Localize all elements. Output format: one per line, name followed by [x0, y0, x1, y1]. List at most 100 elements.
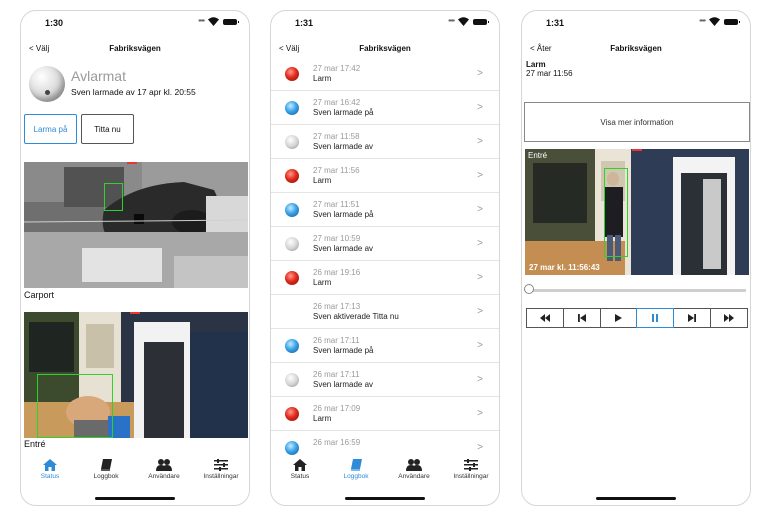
event-date: 27 mar 11:56: [313, 166, 360, 175]
disarmed-event-icon: [285, 373, 299, 387]
event-text: Sven larmade av: [313, 380, 374, 389]
event-date: 27 mar 11:51: [313, 200, 360, 209]
tab-log[interactable]: Loggbok: [78, 459, 134, 480]
clock: 1:30: [45, 18, 64, 28]
tab-status[interactable]: Status: [272, 459, 328, 480]
event-date: 27 mar 16:42: [313, 98, 361, 107]
motion-detection-box: [604, 168, 628, 257]
event-text: Larm: [313, 278, 332, 287]
chevron-right-icon: >: [477, 442, 483, 453]
fast-rewind-icon: [539, 314, 550, 322]
chevron-right-icon: >: [477, 136, 483, 147]
event-row[interactable]: 26 mar 17:11 Sven larmade på >: [271, 329, 499, 363]
wifi-icon: [208, 17, 219, 26]
wifi-icon: [458, 17, 469, 26]
pause-icon: [652, 314, 659, 322]
status-bar: 1:31 ••••: [522, 17, 750, 32]
event-row[interactable]: 27 mar 11:58 Sven larmade av >: [271, 125, 499, 159]
tab-label: Status: [40, 473, 60, 480]
sliders-icon: [464, 459, 478, 471]
alarm-status-subtitle: Sven larmade av 17 apr kl. 20:55: [71, 87, 196, 97]
home-icon: [43, 459, 57, 471]
home-indicator: [596, 497, 676, 500]
tab-log[interactable]: Loggbok: [328, 459, 384, 480]
battery-icon: [473, 18, 489, 25]
skip-forward-button[interactable]: [673, 308, 712, 328]
play-button[interactable]: [599, 308, 638, 328]
status-screen: 1:30 •••• < Välj Fabriksvägen Avlarmat S…: [20, 10, 250, 506]
event-row[interactable]: 27 mar 17:42 Larm >: [271, 57, 499, 91]
tab-label: Loggbok: [343, 473, 369, 480]
skip-back-button[interactable]: [562, 308, 601, 328]
event-date: 26 mar 19:16: [313, 268, 361, 277]
alarm-event-icon: [285, 271, 299, 285]
camera-feed-entre[interactable]: [24, 312, 248, 438]
tab-label: Inställningar: [453, 473, 489, 480]
video-camera-label: Entré: [528, 151, 548, 160]
event-row[interactable]: 26 mar 17:11 Sven larmade av >: [271, 363, 499, 397]
tab-settings[interactable]: Inställningar: [193, 459, 249, 480]
event-date: 27 mar 10:59: [313, 234, 361, 243]
event-video[interactable]: Entré 27 mar kl. 11:56:43: [525, 149, 749, 275]
skip-back-icon: [577, 314, 586, 322]
home-indicator: [95, 497, 175, 500]
tab-label: Användare: [148, 473, 180, 480]
users-icon: [406, 459, 422, 471]
tab-bar: Status Loggbok Användare Inställningar: [21, 459, 249, 491]
arm-button[interactable]: Larma på: [24, 114, 77, 144]
playback-scrubber[interactable]: [528, 289, 746, 292]
signal-icon: ••••: [448, 18, 455, 25]
camera-label-carport: Carport: [24, 290, 55, 300]
fast-forward-icon: [724, 314, 735, 322]
clock: 1:31: [295, 18, 314, 28]
chevron-right-icon: >: [477, 272, 483, 283]
event-row[interactable]: 26 mar 17:13 Sven aktiverade Titta nu >: [271, 295, 499, 329]
log-screen: 1:31 •••• < Välj Fabriksvägen 27 mar 17:…: [270, 10, 500, 506]
scrubber-handle[interactable]: [524, 284, 534, 294]
event-row[interactable]: 26 mar 16:59 >: [271, 431, 499, 459]
play-icon: [615, 314, 623, 322]
tab-settings[interactable]: Inställningar: [443, 459, 499, 480]
wifi-icon: [709, 17, 720, 26]
alarm-event-icon: [285, 169, 299, 183]
chevron-right-icon: >: [477, 170, 483, 181]
status-bar: 1:31 ••••: [271, 17, 499, 32]
tab-users[interactable]: Användare: [136, 459, 192, 480]
signal-icon: ••••: [699, 18, 706, 25]
chevron-right-icon: >: [477, 102, 483, 113]
event-detail-screen: 1:31 •••• < Åter Fabriksvägen Larm 27 ma…: [521, 10, 751, 506]
book-icon: [101, 459, 112, 471]
page-title: Fabriksvägen: [359, 44, 411, 53]
pause-button[interactable]: [636, 308, 675, 328]
event-row[interactable]: 27 mar 11:51 Sven larmade på >: [271, 193, 499, 227]
alarm-status-title: Avlarmat: [71, 68, 126, 84]
tab-status[interactable]: Status: [22, 459, 78, 480]
disarmed-event-icon: [285, 237, 299, 251]
event-time: 27 mar 11:56: [526, 69, 573, 78]
signal-icon: ••••: [198, 18, 205, 25]
tab-label: Inställningar: [203, 473, 239, 480]
more-info-button[interactable]: Visa mer information: [524, 102, 750, 142]
event-date: 27 mar 17:42: [313, 64, 361, 73]
event-row[interactable]: 26 mar 19:16 Larm >: [271, 261, 499, 295]
fast-rewind-button[interactable]: [526, 308, 564, 328]
tab-users[interactable]: Användare: [386, 459, 442, 480]
tab-label: Användare: [398, 473, 430, 480]
event-text: Sven larmade på: [313, 108, 374, 117]
event-row[interactable]: 27 mar 16:42 Sven larmade på >: [271, 91, 499, 125]
chevron-right-icon: >: [477, 204, 483, 215]
event-row[interactable]: 27 mar 11:56 Larm >: [271, 159, 499, 193]
chevron-right-icon: >: [477, 374, 483, 385]
event-row[interactable]: 27 mar 10:59 Sven larmade av >: [271, 227, 499, 261]
event-row[interactable]: 26 mar 17:09 Larm >: [271, 397, 499, 431]
battery-icon: [223, 18, 239, 25]
tab-bar: Status Loggbok Användare Inställningar: [271, 459, 499, 491]
view-now-button[interactable]: Titta nu: [81, 114, 134, 144]
event-text: Sven larmade av: [313, 142, 374, 151]
fast-forward-button[interactable]: [710, 308, 748, 328]
event-text: Larm: [313, 176, 332, 185]
event-text: Sven larmade på: [313, 346, 374, 355]
camera-feed-carport[interactable]: [24, 162, 248, 288]
alarm-device-icon: [29, 66, 65, 102]
chevron-right-icon: >: [477, 68, 483, 79]
